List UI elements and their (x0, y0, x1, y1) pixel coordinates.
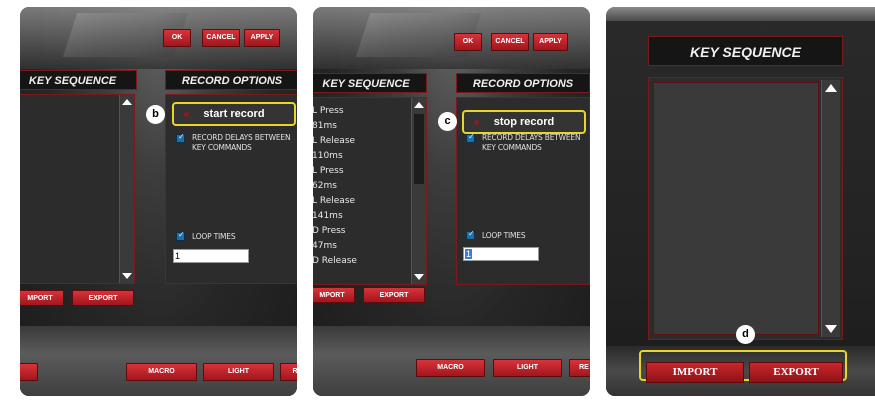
light-button[interactable]: LIGHT (493, 359, 562, 377)
list-item[interactable]: 62ms (313, 179, 337, 194)
export-button[interactable]: EXPORT (363, 287, 425, 303)
cancel-button[interactable]: CANCEL (202, 29, 240, 47)
record-dot-icon (474, 120, 479, 125)
loop-times-checkbox[interactable] (176, 230, 185, 241)
start-record-label: start record (203, 108, 265, 120)
scroll-up-icon[interactable] (122, 99, 132, 105)
record-options-title: RECORD OPTIONS (165, 70, 297, 90)
apply-button[interactable]: APPLY (244, 29, 280, 47)
loop-times-checkbox[interactable] (466, 229, 475, 240)
list-item[interactable]: D Release (313, 254, 357, 269)
panel-b: OK CANCEL APPLY KEY SEQUENCE RECORD OPTI… (20, 7, 297, 396)
scroll-up-icon[interactable] (414, 102, 424, 108)
partial-button-right[interactable]: R (280, 363, 297, 381)
loop-times-value: 1 (465, 249, 473, 259)
scroll-down-icon[interactable] (825, 325, 837, 333)
macro-button[interactable]: MACRO (126, 363, 197, 381)
export-button[interactable]: EXPORT (749, 362, 843, 383)
partial-button-right[interactable]: RE (569, 359, 590, 377)
key-sequence-inner (653, 82, 819, 335)
stop-record-button[interactable]: stop record (462, 110, 586, 134)
list-item[interactable]: 110ms (313, 149, 343, 164)
light-button[interactable]: LIGHT (203, 363, 274, 381)
scrollbar[interactable] (411, 98, 426, 284)
import-button[interactable]: MPORT (20, 290, 64, 306)
record-delays-label: RECORD DELAYS BETWEEN KEY COMMANDS (482, 133, 581, 152)
scrollbar[interactable] (821, 80, 840, 337)
list-item[interactable]: L Release (313, 134, 355, 149)
loop-times-input[interactable]: 1 (463, 247, 539, 261)
key-sequence-title: KEY SEQUENCE (313, 73, 427, 93)
list-item[interactable]: L Press (313, 104, 344, 119)
record-delays-checkbox[interactable] (176, 132, 185, 143)
callout-b: b (146, 105, 165, 124)
apply-button[interactable]: APPLY (533, 33, 568, 51)
loop-times-label: LOOP TIMES (482, 231, 526, 240)
list-item[interactable]: 47ms (313, 239, 337, 254)
scroll-down-icon[interactable] (122, 273, 132, 279)
list-item[interactable]: 81ms (313, 119, 337, 134)
key-sequence-list[interactable] (648, 77, 843, 340)
list-item[interactable]: L Release (313, 194, 355, 209)
import-button[interactable]: IMPORT (646, 362, 744, 383)
scroll-thumb[interactable] (414, 114, 424, 184)
key-sequence-list[interactable]: L Press 81ms L Release 110ms L Press 62m… (313, 97, 427, 285)
panel-d: KEY SEQUENCE d IMPORT EXPORT (606, 7, 875, 396)
panel-c: OK CANCEL APPLY KEY SEQUENCE RECORD OPTI… (313, 7, 590, 396)
record-delays-label: RECORD DELAYS BETWEEN KEY COMMANDS (192, 133, 291, 152)
record-delays-checkbox[interactable] (466, 132, 475, 143)
loop-times-label: LOOP TIMES (192, 232, 236, 241)
record-options-title: RECORD OPTIONS (456, 73, 590, 93)
texture-top (606, 7, 875, 21)
key-sequence-title: KEY SEQUENCE (20, 70, 137, 90)
cancel-button[interactable]: CANCEL (491, 33, 529, 51)
callout-d: d (736, 325, 755, 344)
callout-c: c (438, 112, 457, 131)
list-item[interactable]: D Press (313, 224, 345, 239)
scrollbar[interactable] (119, 95, 134, 283)
macro-button[interactable]: MACRO (416, 359, 485, 377)
ok-button[interactable]: OK (454, 33, 482, 51)
loop-times-input[interactable]: 1 (173, 249, 249, 263)
scroll-down-icon[interactable] (414, 274, 424, 280)
stop-record-label: stop record (493, 116, 555, 128)
texture-bottom (20, 326, 297, 396)
key-sequence-title: KEY SEQUENCE (648, 36, 843, 66)
partial-button-left[interactable] (20, 363, 38, 381)
ok-button[interactable]: OK (163, 29, 191, 47)
scroll-up-icon[interactable] (825, 84, 837, 92)
import-button[interactable]: MPORT (313, 287, 355, 303)
record-dot-icon (184, 112, 189, 117)
start-record-button[interactable]: start record (172, 102, 296, 126)
list-item[interactable]: 141ms (313, 209, 343, 224)
key-sequence-list[interactable] (20, 94, 135, 284)
list-item[interactable]: L Press (313, 164, 344, 179)
export-button[interactable]: EXPORT (72, 290, 134, 306)
